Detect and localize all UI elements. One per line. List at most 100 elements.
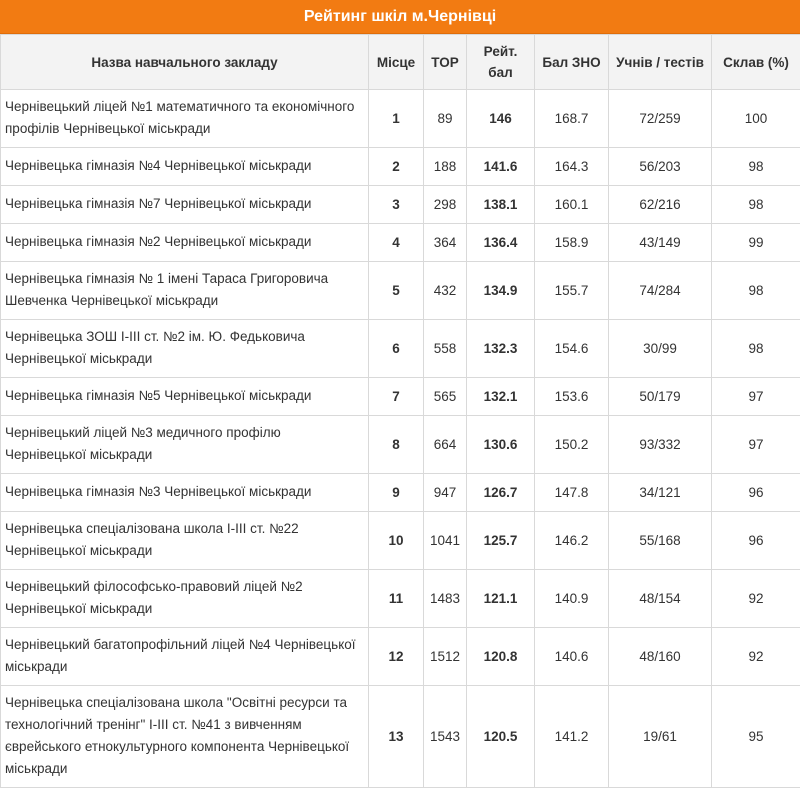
table-row: Чернівецька гімназія № 1 імені Тараса Гр…	[1, 262, 800, 320]
place-cell: 5	[369, 262, 424, 320]
students-cell: 55/168	[609, 512, 712, 570]
passed-cell: 92	[712, 570, 800, 628]
rating-cell: 136.4	[467, 224, 535, 262]
header-zno: Бал ЗНО	[535, 35, 609, 90]
table-row: Чернівецький багатопрофільний ліцей №4 Ч…	[1, 628, 800, 686]
school-name: Чернівецька гімназія №5 Чернівецької міс…	[1, 378, 369, 416]
zno-cell: 158.9	[535, 224, 609, 262]
table-row: Чернівецька гімназія №4 Чернівецької міс…	[1, 148, 800, 186]
zno-cell: 153.6	[535, 378, 609, 416]
passed-cell: 92	[712, 628, 800, 686]
students-cell: 62/216	[609, 186, 712, 224]
zno-cell: 146.2	[535, 512, 609, 570]
top-cell: 1041	[424, 512, 467, 570]
students-cell: 34/121	[609, 474, 712, 512]
place-cell: 2	[369, 148, 424, 186]
zno-cell: 150.2	[535, 416, 609, 474]
table-row: Чернівецький філософсько-правовий ліцей …	[1, 570, 800, 628]
school-rating-table: Назва навчального закладу Місце TOP Рейт…	[0, 34, 800, 788]
place-cell: 13	[369, 686, 424, 788]
table-row: Чернівецька спеціалізована школа "Освітн…	[1, 686, 800, 788]
table-title: Рейтинг шкіл м.Чернівці	[0, 0, 800, 34]
rating-cell: 130.6	[467, 416, 535, 474]
students-cell: 72/259	[609, 90, 712, 148]
table-row: Чернівецький ліцей №1 математичного та е…	[1, 90, 800, 148]
passed-cell: 98	[712, 320, 800, 378]
students-cell: 19/61	[609, 686, 712, 788]
passed-cell: 95	[712, 686, 800, 788]
school-name: Чернівецька гімназія №2 Чернівецької міс…	[1, 224, 369, 262]
header-passed: Склав (%)	[712, 35, 800, 90]
zno-cell: 168.7	[535, 90, 609, 148]
place-cell: 10	[369, 512, 424, 570]
school-name: Чернівецька гімназія № 1 імені Тараса Гр…	[1, 262, 369, 320]
passed-cell: 100	[712, 90, 800, 148]
header-rating: Рейт. бал	[467, 35, 535, 90]
zno-cell: 141.2	[535, 686, 609, 788]
table-header-row: Назва навчального закладу Місце TOP Рейт…	[1, 35, 800, 90]
rating-cell: 120.8	[467, 628, 535, 686]
header-name: Назва навчального закладу	[1, 35, 369, 90]
students-cell: 50/179	[609, 378, 712, 416]
top-cell: 89	[424, 90, 467, 148]
passed-cell: 98	[712, 262, 800, 320]
table-row: Чернівецький ліцей №3 медичного профілю …	[1, 416, 800, 474]
place-cell: 11	[369, 570, 424, 628]
zno-cell: 154.6	[535, 320, 609, 378]
rating-cell: 125.7	[467, 512, 535, 570]
header-students: Учнів / тестів	[609, 35, 712, 90]
students-cell: 43/149	[609, 224, 712, 262]
place-cell: 8	[369, 416, 424, 474]
top-cell: 664	[424, 416, 467, 474]
top-cell: 565	[424, 378, 467, 416]
place-cell: 9	[369, 474, 424, 512]
school-name: Чернівецька ЗОШ І-ІІІ ст. №2 ім. Ю. Федь…	[1, 320, 369, 378]
rating-cell: 146	[467, 90, 535, 148]
place-cell: 7	[369, 378, 424, 416]
table-row: Чернівецька ЗОШ І-ІІІ ст. №2 ім. Ю. Федь…	[1, 320, 800, 378]
top-cell: 947	[424, 474, 467, 512]
table-row: Чернівецька гімназія №3 Чернівецької міс…	[1, 474, 800, 512]
rating-cell: 132.1	[467, 378, 535, 416]
zno-cell: 155.7	[535, 262, 609, 320]
students-cell: 48/160	[609, 628, 712, 686]
zno-cell: 160.1	[535, 186, 609, 224]
place-cell: 4	[369, 224, 424, 262]
top-cell: 432	[424, 262, 467, 320]
zno-cell: 140.9	[535, 570, 609, 628]
passed-cell: 99	[712, 224, 800, 262]
top-cell: 1512	[424, 628, 467, 686]
school-name: Чернівецька гімназія №4 Чернівецької міс…	[1, 148, 369, 186]
top-cell: 1543	[424, 686, 467, 788]
students-cell: 30/99	[609, 320, 712, 378]
top-cell: 188	[424, 148, 467, 186]
school-name: Чернівецька гімназія №3 Чернівецької міс…	[1, 474, 369, 512]
rating-widget: Рейтинг шкіл м.Чернівці Назва навчальног…	[0, 0, 800, 788]
place-cell: 1	[369, 90, 424, 148]
rating-cell: 141.6	[467, 148, 535, 186]
school-name: Чернівецький ліцей №1 математичного та е…	[1, 90, 369, 148]
rating-cell: 121.1	[467, 570, 535, 628]
zno-cell: 140.6	[535, 628, 609, 686]
place-cell: 12	[369, 628, 424, 686]
rating-cell: 126.7	[467, 474, 535, 512]
school-name: Чернівецька спеціалізована школа "Освітн…	[1, 686, 369, 788]
top-cell: 364	[424, 224, 467, 262]
table-row: Чернівецька гімназія №7 Чернівецької міс…	[1, 186, 800, 224]
place-cell: 6	[369, 320, 424, 378]
students-cell: 93/332	[609, 416, 712, 474]
students-cell: 56/203	[609, 148, 712, 186]
rating-cell: 132.3	[467, 320, 535, 378]
passed-cell: 96	[712, 474, 800, 512]
school-name: Чернівецький ліцей №3 медичного профілю …	[1, 416, 369, 474]
table-row: Чернівецька спеціалізована школа І-ІІІ с…	[1, 512, 800, 570]
students-cell: 48/154	[609, 570, 712, 628]
zno-cell: 147.8	[535, 474, 609, 512]
school-name: Чернівецька гімназія №7 Чернівецької міс…	[1, 186, 369, 224]
table-row: Чернівецька гімназія №5 Чернівецької міс…	[1, 378, 800, 416]
passed-cell: 97	[712, 378, 800, 416]
header-top: TOP	[424, 35, 467, 90]
school-name: Чернівецька спеціалізована школа І-ІІІ с…	[1, 512, 369, 570]
passed-cell: 98	[712, 148, 800, 186]
top-cell: 298	[424, 186, 467, 224]
